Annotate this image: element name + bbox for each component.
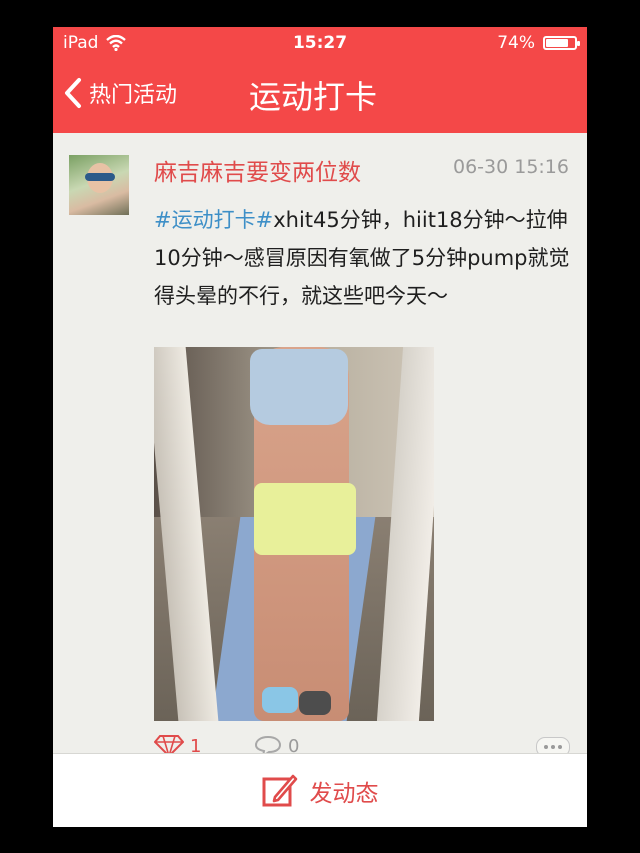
post-username[interactable]: 麻吉麻吉要变两位数 — [154, 153, 361, 187]
post-timestamp: 06-30 15:16 — [452, 156, 569, 178]
back-label: 热门活动 — [89, 83, 178, 108]
back-button[interactable]: 热门活动 — [63, 77, 177, 109]
hashtag-link[interactable]: #运动打卡# — [154, 208, 273, 232]
chevron-left-icon — [65, 78, 81, 108]
compose-icon — [262, 774, 297, 807]
battery-icon — [543, 36, 580, 50]
header: iPad 15:27 74% 热门活动 运动打卡 — [53, 27, 587, 133]
post-photo[interactable] — [154, 347, 434, 721]
bottom-bar: 发动态 — [53, 753, 587, 827]
battery-percentage: 74% — [497, 33, 535, 53]
avatar[interactable] — [69, 155, 129, 215]
navigation-bar: 热门活动 运动打卡 — [53, 57, 587, 133]
post-status-label: 发动态 — [309, 781, 379, 807]
post-status-button[interactable]: 发动态 — [53, 754, 587, 827]
post-content: #运动打卡#xhit45分钟，hiit18分钟～拉伸10分钟～感冒原因有氧做了5… — [154, 201, 574, 315]
app-screen: iPad 15:27 74% 热门活动 运动打卡 麻吉麻吉要变两位数 06-30… — [53, 27, 587, 827]
page-title: 运动打卡 — [249, 78, 378, 116]
status-bar: iPad 15:27 74% — [53, 27, 587, 57]
